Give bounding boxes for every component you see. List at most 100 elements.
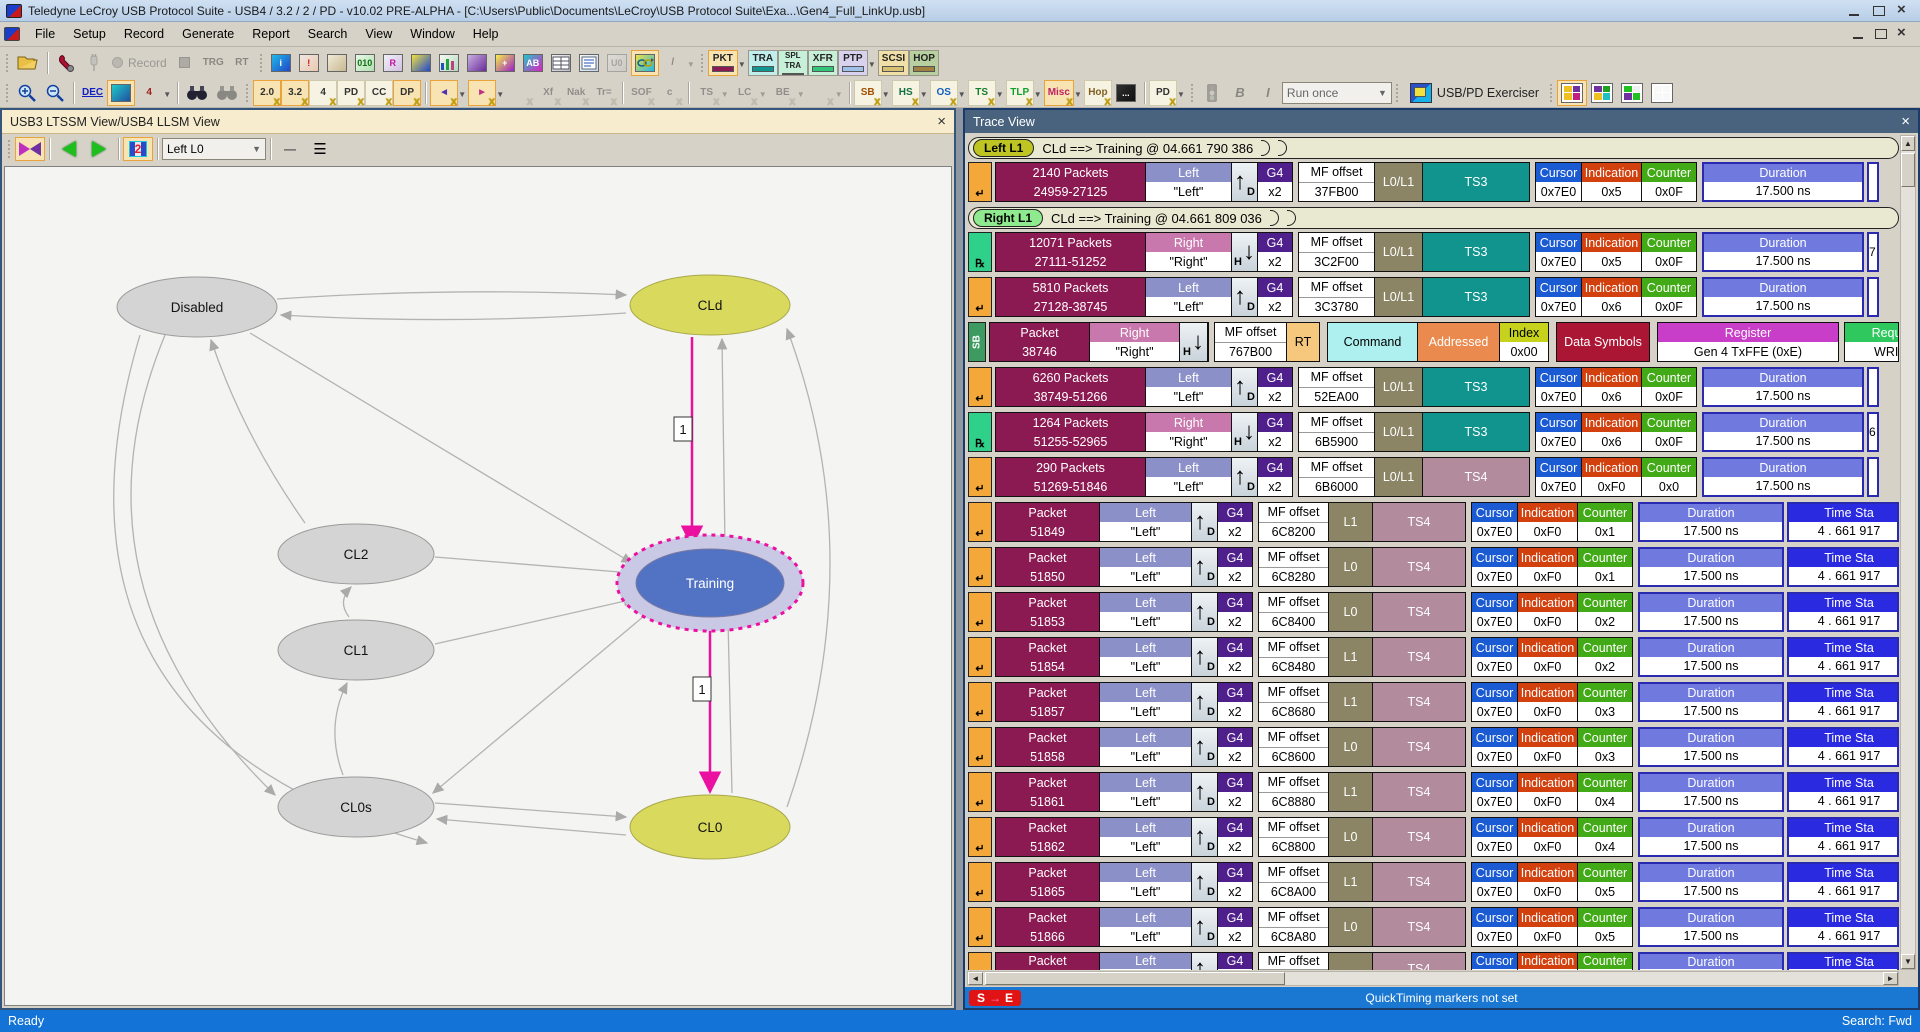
direction-cell[interactable]: Left"Left" xyxy=(1100,593,1192,631)
timestamp-cell[interactable]: Time Sta4 . 661 917 xyxy=(1789,549,1899,585)
packet-group-row[interactable]: ↵6260 Packets38749-51266Left"Left"↑DG4x2… xyxy=(968,367,1899,407)
link-cell[interactable] xyxy=(1329,953,1373,970)
hide-4-button[interactable]: 4x xyxy=(309,80,337,106)
direction-cell[interactable]: Left"Left" xyxy=(1100,638,1192,676)
zoom-out-button[interactable] xyxy=(41,80,69,106)
cursor-cell[interactable]: Cursor0x7E0 xyxy=(1472,908,1518,946)
duration-cell[interactable]: Duration17.500 ns xyxy=(1640,729,1782,765)
mdi-close-icon[interactable] xyxy=(1896,28,1910,40)
gen-cell[interactable]: G4x2 xyxy=(1218,818,1252,856)
packet-cell[interactable]: Packet38746 xyxy=(990,323,1090,361)
counter-cell[interactable]: Counter0x5 xyxy=(1578,863,1632,901)
menu-setup[interactable]: Setup xyxy=(64,24,115,44)
direction-arrow-icon[interactable]: ↑D xyxy=(1192,638,1218,676)
gen-cell[interactable]: G4x2 xyxy=(1218,593,1252,631)
dropdown-icon[interactable]: ▼ xyxy=(882,90,890,100)
packet-row[interactable]: ↵Packet51862Left"Left"↑DG4x2MF offset6C8… xyxy=(968,817,1899,857)
packet-cell[interactable]: Packet51850 xyxy=(996,548,1100,586)
packet-cell[interactable]: 1264 Packets51255-52965 xyxy=(996,413,1146,451)
indication-cell[interactable]: Indication0xF0 xyxy=(1582,458,1642,496)
ltssm-close-icon[interactable]: × xyxy=(937,113,946,130)
packet-row[interactable]: ↵PacketLeft"Left"↑DG4x2MF offset TS4Curs… xyxy=(968,952,1899,970)
menu-help[interactable]: Help xyxy=(464,24,508,44)
ordered-set-cell[interactable]: TS4 xyxy=(1373,773,1465,811)
direction-cell[interactable]: Left"Left" xyxy=(1146,278,1232,316)
counter-cell[interactable]: Counter0x0 xyxy=(1642,458,1696,496)
trace-horizontal-scrollbar[interactable]: ◄ ► xyxy=(967,971,1899,986)
mf-offset-cell[interactable]: MF offset6C8600 xyxy=(1259,728,1329,766)
bus-utilization-button[interactable]: 010 xyxy=(351,50,379,76)
zoom-in-button[interactable] xyxy=(13,80,41,106)
ordered-set-cell[interactable]: TS3 xyxy=(1423,368,1529,406)
usb4-nav-button[interactable]: 4▼ xyxy=(135,80,163,106)
timestamp-cell[interactable]: Time Sta4 . 661 917 xyxy=(1789,954,1899,970)
mf-offset-cell[interactable]: MF offset6C8200 xyxy=(1259,503,1329,541)
timestamp-cell[interactable]: Time Sta4 . 661 917 xyxy=(1789,819,1899,855)
scroll-right-icon[interactable]: ► xyxy=(1883,972,1898,985)
counter-cell[interactable]: Counter0x2 xyxy=(1578,593,1632,631)
packet-cell[interactable]: Packet51854 xyxy=(996,638,1100,676)
packet-cell[interactable]: 290 Packets51269-51846 xyxy=(996,458,1146,496)
mf-offset-cell[interactable]: MF offset6C8800 xyxy=(1259,818,1329,856)
row-expand-tab[interactable]: ↵ xyxy=(968,952,992,970)
mf-offset-cell[interactable]: MF offset767B00 xyxy=(1215,323,1287,361)
duration-cell[interactable]: Duration17.500 ns xyxy=(1704,459,1862,495)
counter-cell[interactable]: Counter0x0F xyxy=(1642,413,1696,451)
hide-downstream-button[interactable]: ►x▼ xyxy=(468,80,496,106)
dropdown-icon[interactable]: ▼ xyxy=(496,90,504,100)
mf-offset-cell[interactable]: MF offset xyxy=(1259,953,1329,970)
duration-cell[interactable]: Duration17.500 ns xyxy=(1640,639,1782,675)
direction-arrow-icon[interactable]: ↑D xyxy=(1192,953,1218,970)
packet-cell[interactable]: Packet51857 xyxy=(996,683,1100,721)
state-transition-row[interactable]: Left L1CLd ==> Training @ 04.661 790 386 xyxy=(968,137,1899,159)
request-cell[interactable]: RequeWRIT xyxy=(1845,323,1899,361)
packet-cell[interactable]: 5810 Packets27128-38745 xyxy=(996,278,1146,316)
packet-row[interactable]: ↵Packet51861Left"Left"↑DG4x2MF offset6C8… xyxy=(968,772,1899,812)
dropdown-icon[interactable]: ▼ xyxy=(738,60,746,70)
state-transition-row[interactable]: Right L1CLd ==> Training @ 04.661 809 03… xyxy=(968,207,1899,229)
packet-row[interactable]: ↵Packet51853Left"Left"↑DG4x2MF offset6C8… xyxy=(968,592,1899,632)
indication-cell[interactable]: Indication0x6 xyxy=(1582,368,1642,406)
direction-cell[interactable]: Left"Left" xyxy=(1100,503,1192,541)
cursor-cell[interactable]: Cursor0x7E0 xyxy=(1472,503,1518,541)
scroll-left-icon[interactable]: ◄ xyxy=(968,972,983,985)
hide-hop-button[interactable]: Hopx xyxy=(1084,80,1112,106)
direction-cell[interactable]: Left"Left" xyxy=(1100,548,1192,586)
maximize-button-icon[interactable] xyxy=(1872,5,1886,17)
duration-cell[interactable]: Duration17.500 ns xyxy=(1640,549,1782,585)
hide-pd-button[interactable]: PDx xyxy=(337,80,365,106)
mf-offset-cell[interactable]: MF offset6B6000 xyxy=(1299,458,1375,496)
row-expand-tab[interactable]: ↵ xyxy=(968,502,992,542)
packet-cell[interactable]: 6260 Packets38749-51266 xyxy=(996,368,1146,406)
duration-cell[interactable]: Duration17.500 ns xyxy=(1704,279,1862,315)
packet-cell[interactable]: 2140 Packets24959-27125 xyxy=(996,163,1146,201)
hide-pd2-button[interactable]: PDx▼ xyxy=(1149,80,1177,106)
direction-cell[interactable]: Left"Left" xyxy=(1146,368,1232,406)
link-cell[interactable]: L0/L1 xyxy=(1375,413,1423,451)
hop-level-button[interactable]: HOP xyxy=(909,50,939,76)
indication-cell[interactable]: Indication0xF0 xyxy=(1518,503,1578,541)
packet-row[interactable]: ↵Packet51865Left"Left"↑DG4x2MF offset6C8… xyxy=(968,862,1899,902)
link-cell[interactable]: L0 xyxy=(1329,908,1373,946)
dropdown-icon[interactable]: ▼ xyxy=(996,90,1004,100)
gen-cell[interactable]: G4x2 xyxy=(1258,233,1292,271)
row-expand-tab[interactable]: ↵ xyxy=(968,817,992,857)
cursor-cell[interactable]: Cursor0x7E0 xyxy=(1536,233,1582,271)
grid-view-button[interactable] xyxy=(547,50,575,76)
row-expand-tab[interactable]: ℞ xyxy=(968,232,992,272)
ordered-set-cell[interactable]: TS3 xyxy=(1423,413,1529,451)
row-expand-tab[interactable]: ↵ xyxy=(968,457,992,497)
traffic-summary-button[interactable] xyxy=(463,50,491,76)
mf-offset-cell[interactable]: MF offset6B5900 xyxy=(1299,413,1375,451)
link-cell[interactable]: L1 xyxy=(1329,683,1373,721)
quicktiming-badge[interactable]: S→E xyxy=(969,990,1021,1006)
timestamp-cell[interactable]: Time Sta4 . 661 917 xyxy=(1789,774,1899,810)
timestamp-cell[interactable]: Time Sta4 . 661 917 xyxy=(1789,594,1899,630)
direction-arrow-icon[interactable]: ↑D xyxy=(1192,728,1218,766)
hide-32-button[interactable]: 3.2x xyxy=(281,80,309,106)
link-cell[interactable]: L1 xyxy=(1329,773,1373,811)
menu-report[interactable]: Report xyxy=(243,24,299,44)
cursor-cell[interactable]: Cursor0x7E0 xyxy=(1472,728,1518,766)
ptp-level-button[interactable]: PTP▼ xyxy=(838,50,868,76)
ltssm-minus-button[interactable]: — xyxy=(275,137,305,161)
